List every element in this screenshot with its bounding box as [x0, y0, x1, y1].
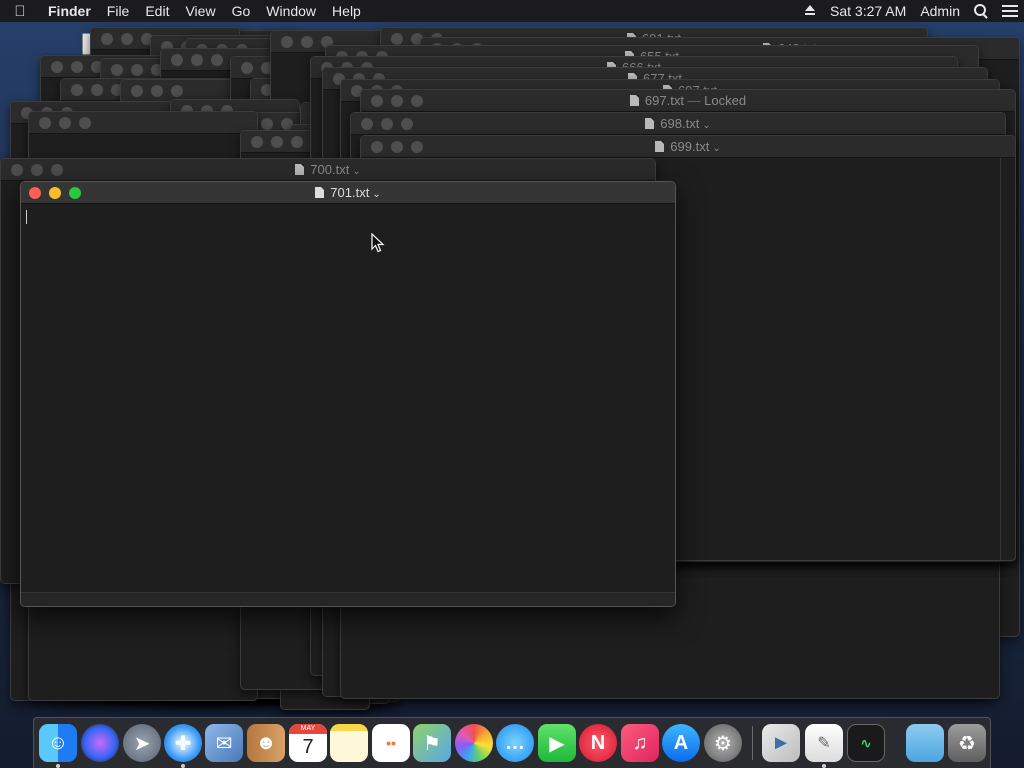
- trash-icon-glyph: ♻: [958, 732, 976, 755]
- window-controls[interactable]: [39, 117, 99, 129]
- document-icon: [655, 141, 665, 152]
- running-indicator: [822, 764, 826, 768]
- siri-icon-glyph: [81, 724, 119, 762]
- python-icon-glyph: ►: [771, 731, 791, 754]
- finder-icon[interactable]: ☺: [39, 724, 77, 762]
- music-note-icon-glyph: ♫: [632, 731, 648, 754]
- menu-app-name[interactable]: Finder: [40, 0, 99, 22]
- menu-help[interactable]: Help: [324, 0, 369, 22]
- menubar-user[interactable]: Admin: [920, 3, 960, 19]
- title-bar[interactable]: 701.txt ⌄: [21, 182, 675, 204]
- map-icon[interactable]: ⚑: [413, 724, 451, 762]
- notification-center-icon[interactable]: [1002, 5, 1018, 17]
- news-icon-glyph: N: [590, 731, 606, 754]
- running-indicator: [56, 764, 60, 768]
- window-title-697: 697.txt — Locked: [361, 90, 1015, 112]
- locked-label: Locked: [704, 93, 747, 108]
- menu-view[interactable]: View: [177, 0, 223, 22]
- document-icon: [295, 164, 305, 175]
- dock: ☺ ➤ ✜ ✉ ☻ MAY 7 •• ⚑ … ▶ N ♫ A ⚙ ► ✎ ∿ ♻: [33, 717, 991, 768]
- checklist-icon-glyph: ••: [386, 735, 396, 751]
- trash-icon[interactable]: ♻: [948, 724, 986, 762]
- textedit-icon[interactable]: ✎: [805, 724, 843, 762]
- menu-go[interactable]: Go: [224, 0, 259, 22]
- speech-bubble-icon-glyph: …: [505, 731, 525, 754]
- app-store-icon[interactable]: A: [662, 724, 700, 762]
- pinwheel-icon[interactable]: [455, 724, 493, 762]
- contacts-book-icon[interactable]: ☻: [247, 724, 285, 762]
- document-text-area[interactable]: [21, 204, 675, 592]
- gear-icon[interactable]: ⚙: [704, 724, 742, 762]
- window-controls[interactable]: [131, 85, 191, 97]
- desktop:  Finder File Edit View Go Window Help S…: [0, 0, 1024, 768]
- document-icon: [645, 118, 655, 129]
- front-window-701[interactable]: 701.txt ⌄: [20, 181, 676, 607]
- checklist-icon[interactable]: ••: [372, 724, 410, 762]
- compass-icon[interactable]: ✜: [164, 724, 202, 762]
- chevron-down-icon[interactable]: ⌄: [372, 189, 380, 200]
- video-camera-icon[interactable]: ▶: [538, 724, 576, 762]
- stamp-icon[interactable]: ✉: [205, 724, 243, 762]
- document-icon: [315, 187, 325, 198]
- gear-icon-glyph: ⚙: [714, 732, 732, 755]
- window-title-700: 700.txt ⌄: [1, 159, 655, 181]
- running-indicator: [181, 764, 185, 768]
- map-icon-glyph: ⚑: [423, 732, 441, 755]
- news-icon[interactable]: N: [579, 724, 617, 762]
- siri-icon[interactable]: [81, 724, 119, 762]
- video-camera-icon-glyph: ▶: [549, 732, 565, 755]
- window-controls[interactable]: [251, 136, 311, 148]
- rocket-icon[interactable]: ➤: [123, 724, 161, 762]
- calendar-day: 7: [302, 736, 314, 758]
- chevron-down-icon: ⌄: [352, 166, 361, 177]
- calendar-month: MAY: [289, 724, 327, 734]
- stamp-icon-glyph: ✉: [215, 732, 233, 755]
- dock-separator: [752, 726, 753, 760]
- folder-icon[interactable]: [906, 724, 944, 762]
- window-title[interactable]: 701.txt ⌄: [21, 182, 675, 204]
- menu-window[interactable]: Window: [258, 0, 324, 22]
- pinwheel-icon-glyph: [455, 724, 493, 762]
- calendar-icon[interactable]: MAY 7: [289, 724, 327, 762]
- window-controls[interactable]: [171, 54, 231, 66]
- compass-icon-glyph: ✜: [174, 732, 192, 755]
- notepad-icon[interactable]: [330, 724, 368, 762]
- menu-file[interactable]: File: [99, 0, 138, 22]
- folder-icon-glyph: [906, 724, 944, 762]
- mouse-pointer-icon: [371, 233, 385, 253]
- text-caret: [26, 210, 27, 224]
- app-store-icon-glyph: A: [673, 731, 689, 754]
- activity-monitor-icon-glyph: ∿: [860, 734, 872, 751]
- rocket-icon-glyph: ➤: [133, 732, 151, 755]
- activity-monitor-icon[interactable]: ∿: [847, 724, 885, 762]
- window-title-699: 699.txt ⌄: [361, 136, 1015, 158]
- notepad-icon-glyph: [330, 724, 368, 762]
- menu-bar:  Finder File Edit View Go Window Help S…: [0, 0, 1024, 22]
- chevron-down-icon: ⌄: [712, 143, 721, 154]
- document-icon: [629, 95, 639, 106]
- window-title-698: 698.txt ⌄: [351, 113, 1005, 135]
- eject-icon[interactable]: [804, 5, 816, 17]
- apple-menu-icon[interactable]: : [0, 3, 40, 20]
- menubar-clock[interactable]: Sat 3:27 AM: [830, 3, 906, 19]
- horizontal-scrollbar[interactable]: [21, 592, 675, 606]
- spotlight-search-icon[interactable]: [974, 4, 988, 18]
- chevron-down-icon: ⌄: [702, 120, 711, 131]
- textedit-icon-glyph: ✎: [817, 735, 831, 752]
- finder-icon-glyph: ☺: [47, 731, 69, 754]
- music-note-icon[interactable]: ♫: [621, 724, 659, 762]
- contacts-book-icon-glyph: ☻: [255, 731, 277, 754]
- python-icon[interactable]: ►: [762, 724, 800, 762]
- speech-bubble-icon[interactable]: …: [496, 724, 534, 762]
- menu-edit[interactable]: Edit: [137, 0, 177, 22]
